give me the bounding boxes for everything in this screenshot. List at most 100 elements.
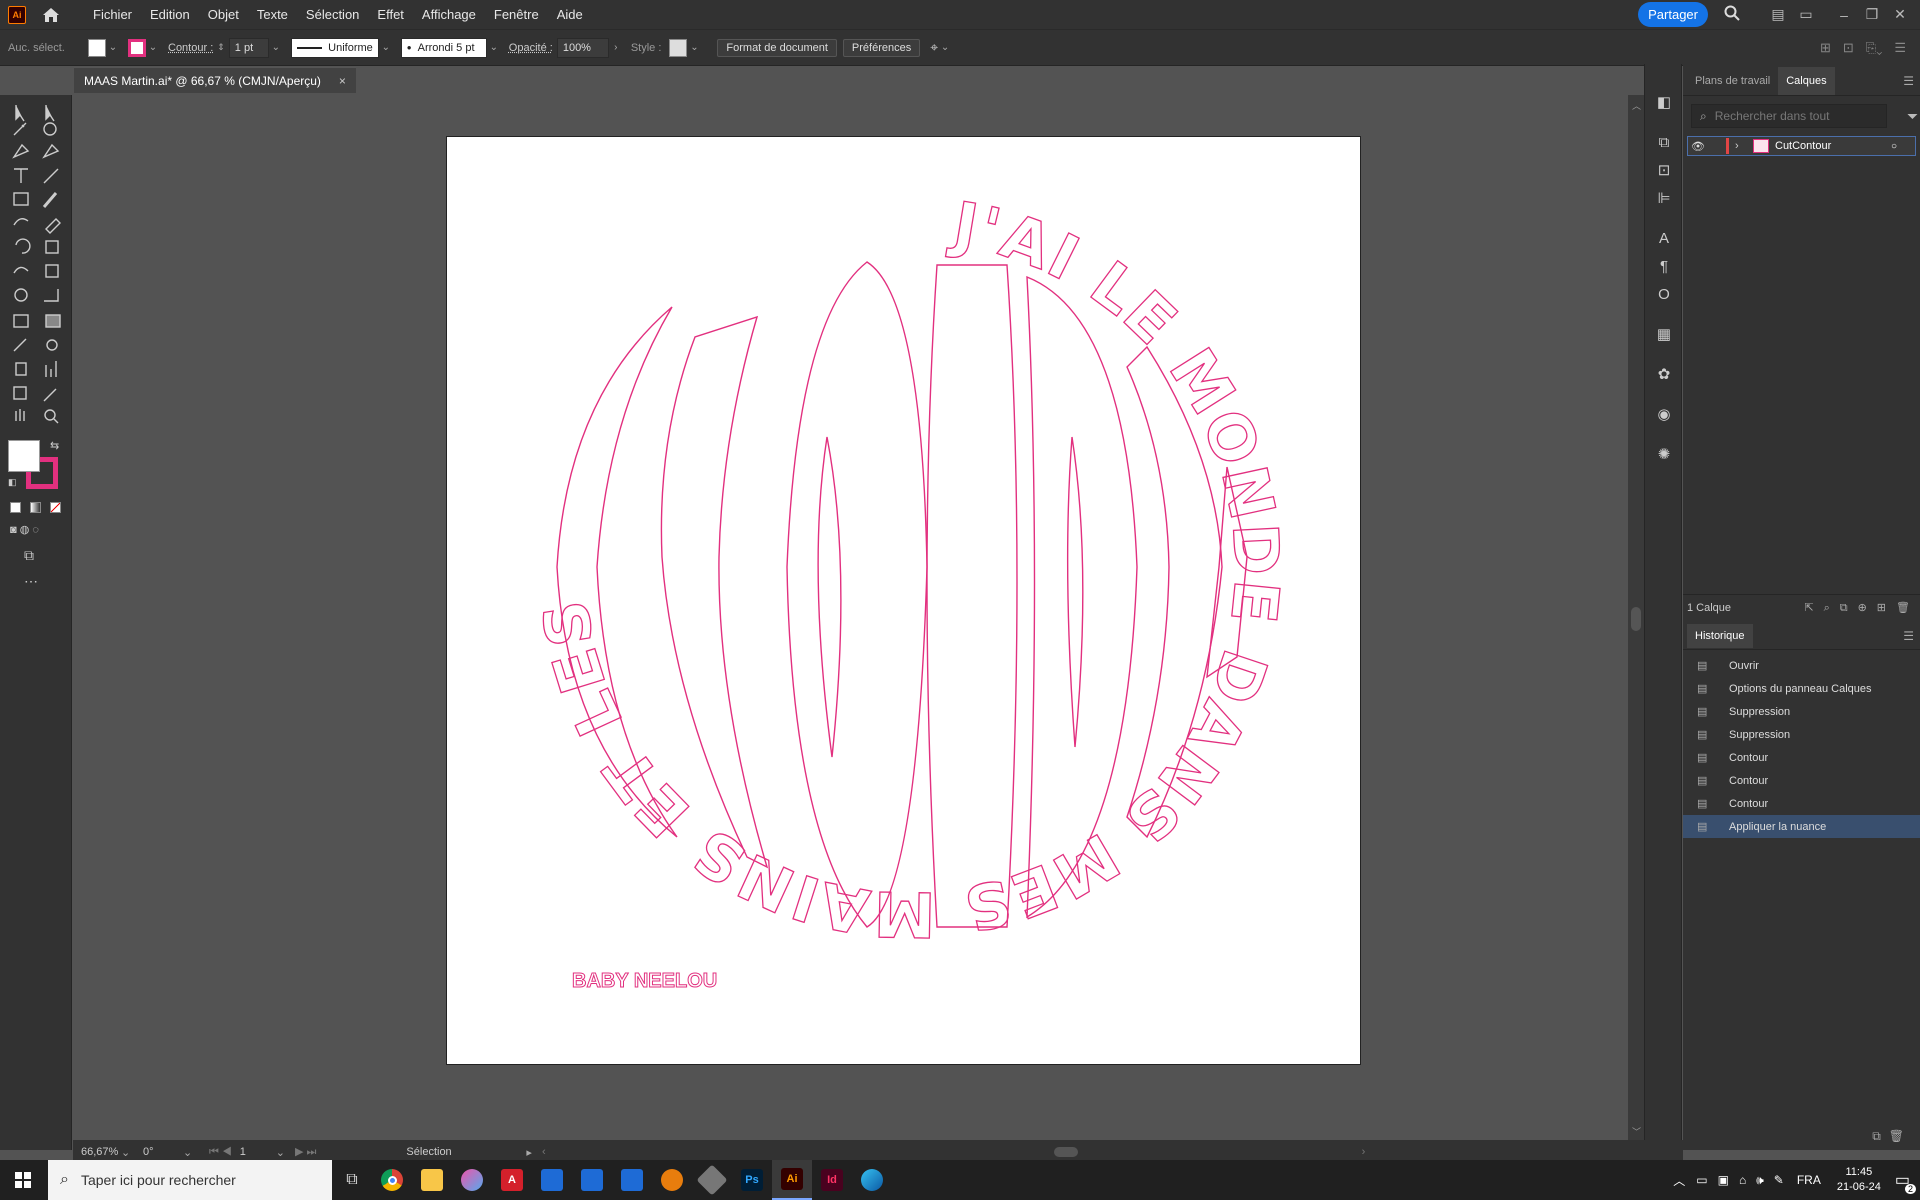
preferences-button[interactable]: Préférences [842, 38, 921, 57]
paragraph-icon[interactable]: ¶ [1654, 256, 1674, 276]
chevron-down-icon[interactable]: ⌄ [106, 42, 120, 53]
vertical-scrollbar[interactable]: ︿ ﹀ [1628, 95, 1644, 1140]
chevron-down-icon[interactable]: ⌄ [276, 1146, 285, 1159]
draw-modes-icon[interactable]: ◙ ◍ ◌ [10, 523, 39, 536]
taskbar-search[interactable]: ⌕ Taper ici pour rechercher [48, 1160, 332, 1200]
layers-search-field[interactable]: ⌕ Rechercher dans tout [1691, 104, 1887, 128]
eyedropper-icon[interactable] [13, 338, 27, 352]
visibility-eye-icon[interactable]: 👁 [1688, 140, 1708, 153]
type-tool-icon[interactable] [14, 168, 28, 183]
line-tool-icon[interactable] [43, 168, 59, 184]
blender-icon[interactable] [652, 1160, 692, 1200]
app-icon[interactable] [572, 1160, 612, 1200]
menu-selection[interactable]: Sélection [297, 0, 368, 29]
rotate-tool-icon[interactable] [15, 238, 31, 254]
doc-setup-button[interactable]: Format de document [717, 38, 837, 57]
history-item[interactable]: ▤ Suppression [1683, 723, 1920, 746]
graphic-styles-icon[interactable]: ✺ [1654, 444, 1674, 464]
workspace-icon[interactable]: ▤ [1766, 6, 1790, 23]
none-mode-icon[interactable] [50, 502, 61, 513]
stroke-control[interactable]: ⌄ [128, 38, 160, 57]
align-icon[interactable]: ⊞ [1820, 40, 1831, 56]
app-icon[interactable] [532, 1160, 572, 1200]
maximize-icon[interactable]: ❐ [1860, 6, 1884, 23]
arrange-icon[interactable]: ▭ [1794, 6, 1818, 23]
stroke-profile-control[interactable]: Uniforme ⌄ [290, 37, 393, 58]
filter-icon[interactable]: ⏷ [1907, 108, 1918, 125]
brush-control[interactable]: ● Arrondi 5 pt ⌄ [400, 37, 501, 58]
tray-app-icon[interactable]: ▣ [1718, 1173, 1729, 1187]
direct-selection-tool-icon[interactable] [45, 105, 55, 122]
photoshop-icon[interactable]: Ps [732, 1160, 772, 1200]
history-actions-icons[interactable]: ⧉🗑 [1872, 1129, 1912, 1144]
curvature-tool-icon[interactable] [42, 143, 60, 159]
chevron-right-icon[interactable]: › [609, 42, 623, 53]
fill-swatch[interactable] [88, 38, 106, 57]
app-icon[interactable] [692, 1160, 732, 1200]
menu-affichage[interactable]: Affichage [413, 0, 485, 29]
chevron-down-icon[interactable]: ⌄ [146, 42, 160, 53]
free-transform-icon[interactable] [45, 264, 59, 278]
paintbrush-tool-icon[interactable] [42, 192, 58, 208]
target-circle-icon[interactable]: ○ [1891, 141, 1897, 152]
magic-wand-icon[interactable] [13, 122, 27, 136]
share-button[interactable]: Partager [1638, 2, 1708, 27]
menu-aide[interactable]: Aide [548, 0, 592, 29]
isolate-icon[interactable]: ⌖ [930, 39, 938, 56]
gradient-tool-icon[interactable] [45, 314, 61, 328]
stroke-weight-stepper[interactable]: ⇕ 1 pt ⌄ [217, 37, 283, 58]
indesign-icon[interactable]: Id [812, 1160, 852, 1200]
search-icon[interactable] [1720, 5, 1744, 24]
swap-colors-icon[interactable]: ⇆ [50, 439, 59, 452]
windows-start-icon[interactable] [0, 1160, 46, 1200]
history-item[interactable]: ▤ Suppression [1683, 700, 1920, 723]
menu-fichier[interactable]: Fichier [84, 0, 141, 29]
pen-tool-icon[interactable] [12, 143, 30, 159]
blend-tool-icon[interactable] [46, 339, 58, 351]
opacity-field[interactable]: 100% [556, 37, 609, 58]
layers-icon[interactable]: ⧉ [1654, 132, 1674, 152]
gradient-mode-icon[interactable] [30, 502, 41, 513]
more-tools-icon[interactable]: ⋯ [24, 573, 38, 590]
character-icon[interactable]: A [1654, 228, 1674, 248]
stroke-swatch[interactable] [128, 38, 146, 57]
close-window-icon[interactable]: ✕ [1888, 6, 1912, 23]
scroll-right-icon[interactable]: › [1362, 1146, 1366, 1158]
chrome-icon[interactable] [372, 1160, 412, 1200]
chevron-right-icon[interactable]: ▸ [526, 1146, 532, 1159]
layer-name[interactable]: CutContour [1775, 140, 1831, 152]
width-tool-icon[interactable] [13, 266, 29, 274]
artboard-number[interactable]: 1 [240, 1146, 276, 1158]
scroll-left-icon[interactable]: ‹ [542, 1146, 546, 1158]
swatches-icon[interactable]: ▦ [1654, 324, 1674, 344]
artboard[interactable]: J'AI LE MONDE DANS MES MAINS ET LES YEUX… [414, 78, 1362, 1066]
opacity-label[interactable]: Opacité : [509, 42, 553, 54]
history-item-selected[interactable]: ▤ Appliquer la nuance [1683, 815, 1920, 838]
task-view-icon[interactable]: ⧉ [332, 1160, 372, 1200]
artboard-nav-next-last-icon[interactable]: ▶ ⏭ [295, 1145, 316, 1159]
vertical-scroll-thumb[interactable] [1631, 607, 1641, 631]
rotation-value[interactable]: 0° [143, 1146, 183, 1158]
menu-objet[interactable]: Objet [199, 0, 248, 29]
scroll-down-icon[interactable]: ﹀ [1632, 1125, 1641, 1138]
color-guide-icon[interactable]: ✿ [1654, 364, 1674, 384]
menu-edition[interactable]: Edition [141, 0, 199, 29]
stroke-label[interactable]: Contour : [168, 42, 213, 54]
zoom-tool-icon[interactable] [44, 409, 56, 421]
history-item[interactable]: ▤ Contour [1683, 746, 1920, 769]
screen-mode-icon[interactable]: ⧉ [24, 547, 34, 564]
close-tab-icon[interactable]: × [339, 74, 346, 88]
opentype-icon[interactable]: O [1654, 284, 1674, 304]
volume-icon[interactable]: 🕪 [1756, 1173, 1764, 1188]
layer-row-cutcontour[interactable]: 👁 › CutContour ○ [1687, 136, 1916, 156]
history-item[interactable]: ▤ Contour [1683, 792, 1920, 815]
tab-history[interactable]: Historique [1687, 623, 1753, 648]
align-panel-icon[interactable]: ⊫ [1654, 188, 1674, 208]
horizontal-scroll-thumb[interactable] [1053, 1147, 1078, 1157]
app-icon[interactable] [452, 1160, 492, 1200]
preferences-label[interactable]: Préférences [842, 38, 921, 57]
graph-tool-icon[interactable] [45, 361, 57, 377]
artwork[interactable]: J'AI LE MONDE DANS MES MAINS ET LES YEUX… [414, 78, 1362, 1066]
shape-builder-icon[interactable] [14, 288, 28, 302]
stroke-weight-field[interactable]: 1 pt [228, 37, 269, 58]
